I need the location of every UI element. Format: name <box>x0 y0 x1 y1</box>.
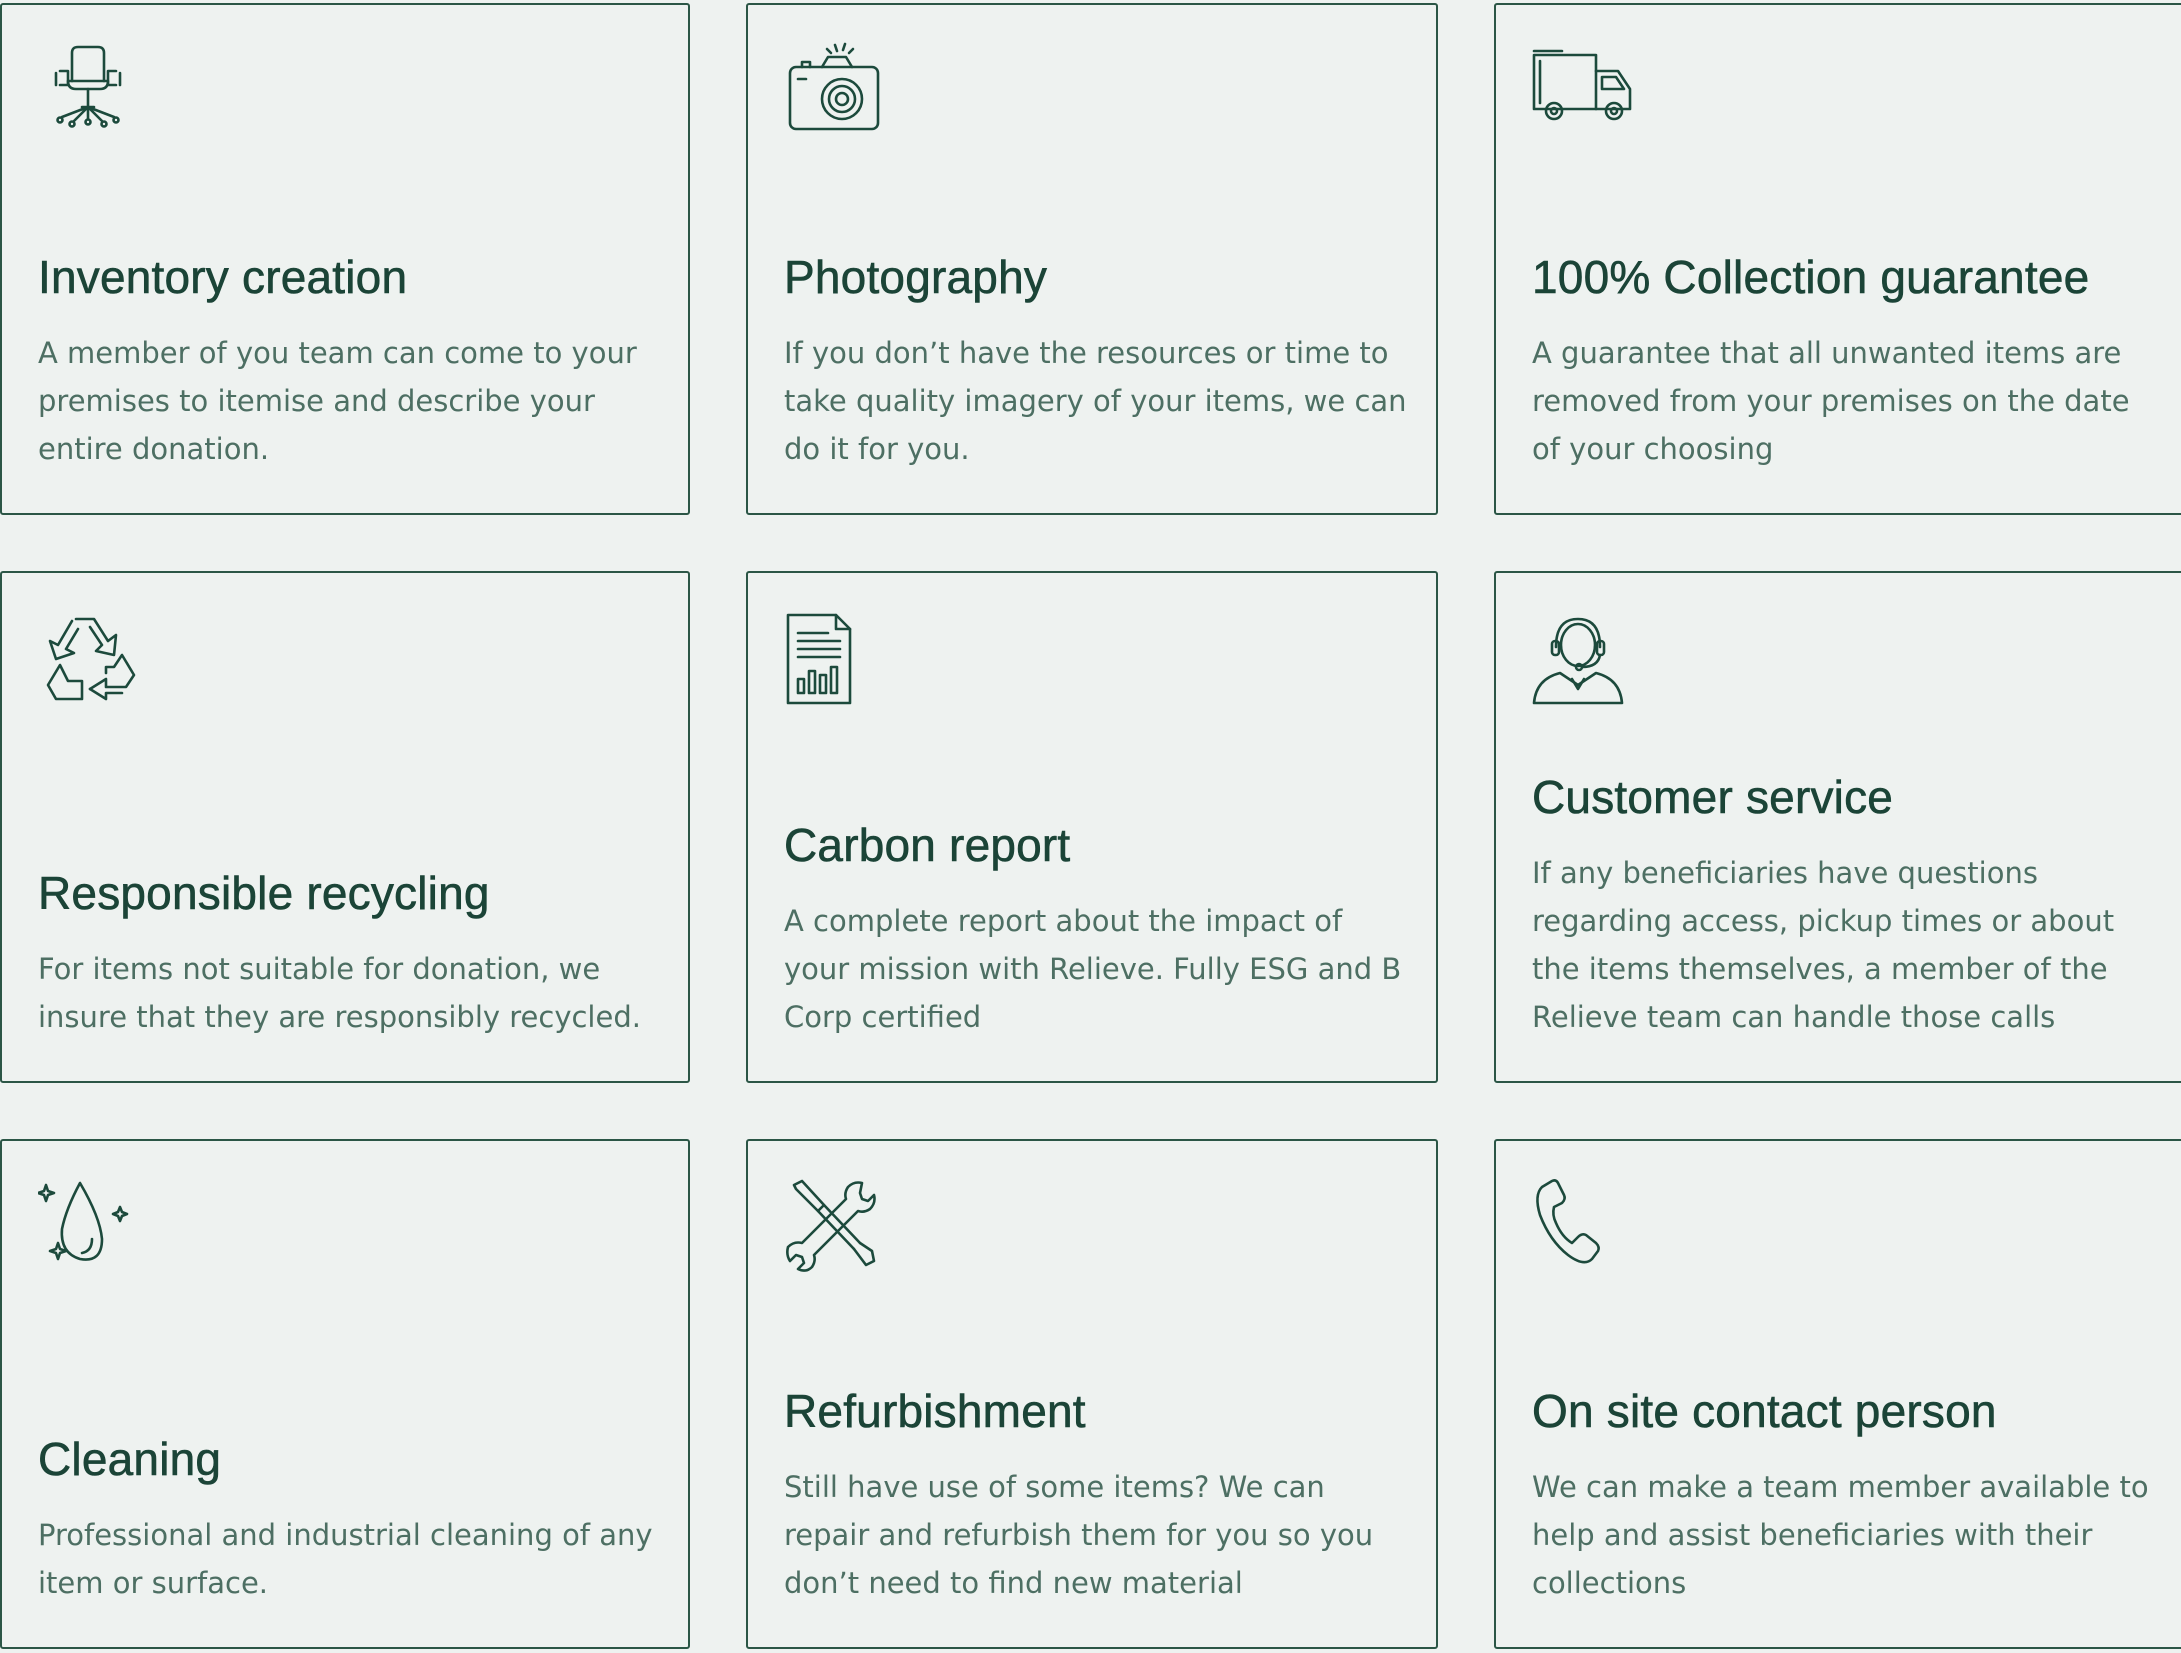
card-description: A complete report about the impact of yo… <box>784 904 1402 1034</box>
card-description: If you don’t have the resources or time … <box>784 336 1407 466</box>
card-title: Responsible recycling <box>38 867 490 920</box>
report-document-icon <box>784 609 884 709</box>
services-grid: Inventory creation A member of you team … <box>0 3 2181 1649</box>
card-title: 100% Collection guarantee <box>1532 251 2090 304</box>
service-card-refurbishment: Refurbishment Still have use of some ite… <box>746 1139 1438 1649</box>
card-title: Inventory creation <box>38 251 408 304</box>
sparkling-drop-icon <box>36 1177 138 1277</box>
card-description: A member of you team can come to your pr… <box>38 336 637 466</box>
phone-icon <box>1532 1177 1632 1277</box>
card-description: Still have use of some items? We can rep… <box>784 1470 1374 1600</box>
card-description: A guarantee that all unwanted items are … <box>1532 336 2130 466</box>
card-description: For items not suitable for donation, we … <box>38 952 641 1034</box>
service-card-on-site-contact: On site contact person We can make a tea… <box>1494 1139 2181 1649</box>
service-card-photography: Photography If you don’t have the resour… <box>746 3 1438 515</box>
card-title: Photography <box>784 251 1048 304</box>
card-title: On site contact person <box>1532 1385 1997 1438</box>
service-card-carbon-report: Carbon report A complete report about th… <box>746 571 1438 1083</box>
service-card-cleaning: Cleaning Professional and industrial cle… <box>0 1139 690 1649</box>
service-card-collection-guarantee: 100% Collection guarantee A guarantee th… <box>1494 3 2181 515</box>
camera-icon <box>784 41 884 141</box>
recycle-icon <box>38 609 138 709</box>
delivery-truck-icon <box>1532 41 1632 141</box>
card-title: Refurbishment <box>784 1385 1086 1438</box>
card-description: Professional and industrial cleaning of … <box>38 1518 653 1600</box>
office-chair-icon <box>38 41 138 141</box>
service-card-customer-service: Customer service If any beneficiaries ha… <box>1494 571 2181 1083</box>
card-description: We can make a team member available to h… <box>1532 1470 2149 1600</box>
customer-service-headset-icon <box>1532 609 1632 709</box>
card-title: Carbon report <box>784 819 1071 872</box>
card-description: If any beneficiaries have questions rega… <box>1532 856 2115 1034</box>
card-title: Customer service <box>1532 771 1894 824</box>
service-card-inventory-creation: Inventory creation A member of you team … <box>0 3 690 515</box>
wrench-screwdriver-icon <box>784 1177 884 1277</box>
card-title: Cleaning <box>38 1433 222 1486</box>
service-card-responsible-recycling: Responsible recycling For items not suit… <box>0 571 690 1083</box>
